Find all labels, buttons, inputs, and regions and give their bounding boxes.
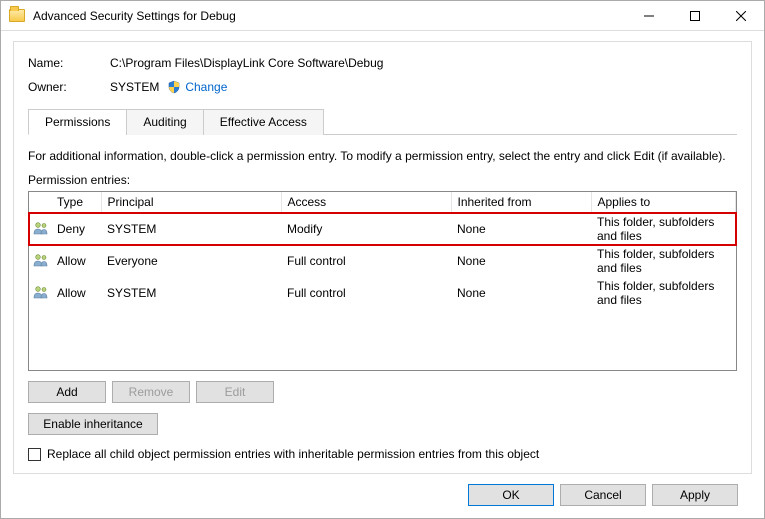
- table-header-row: Type Principal Access Inherited from App…: [29, 192, 736, 213]
- table-row[interactable]: DenySYSTEMModifyNoneThis folder, subfold…: [29, 213, 736, 246]
- col-inherited[interactable]: Inherited from: [451, 192, 591, 213]
- name-row: Name: C:\Program Files\DisplayLink Core …: [28, 56, 737, 70]
- content-area: Name: C:\Program Files\DisplayLink Core …: [1, 31, 764, 518]
- permissions-table-wrap: Type Principal Access Inherited from App…: [28, 191, 737, 371]
- cell-inherited: None: [451, 277, 591, 309]
- cell-inherited: None: [451, 213, 591, 246]
- inner-panel: Name: C:\Program Files\DisplayLink Core …: [13, 41, 752, 474]
- maximize-button[interactable]: [672, 1, 718, 30]
- cell-applies: This folder, subfolders and files: [591, 245, 736, 277]
- entry-buttons-row: Add Remove Edit: [28, 381, 737, 403]
- folder-icon: [9, 9, 25, 22]
- tab-auditing[interactable]: Auditing: [126, 109, 203, 135]
- users-icon: [33, 285, 49, 299]
- remove-button[interactable]: Remove: [112, 381, 190, 403]
- cell-inherited: None: [451, 245, 591, 277]
- enable-inheritance-row: Enable inheritance: [28, 413, 737, 435]
- window-buttons: [626, 1, 764, 30]
- cell-access: Full control: [281, 245, 451, 277]
- enable-inheritance-button[interactable]: Enable inheritance: [28, 413, 158, 435]
- table-row[interactable]: AllowEveryoneFull controlNoneThis folder…: [29, 245, 736, 277]
- shield-icon: [167, 80, 181, 94]
- change-owner-link[interactable]: Change: [185, 80, 227, 94]
- name-label: Name:: [28, 56, 110, 70]
- replace-label: Replace all child object permission entr…: [47, 447, 539, 461]
- ok-button[interactable]: OK: [468, 484, 554, 506]
- replace-checkbox[interactable]: [28, 448, 41, 461]
- owner-value: SYSTEM: [110, 80, 159, 94]
- tab-effective-access[interactable]: Effective Access: [203, 109, 324, 135]
- add-button[interactable]: Add: [28, 381, 106, 403]
- col-type[interactable]: Type: [51, 192, 101, 213]
- owner-row: Owner: SYSTEM Change: [28, 80, 737, 94]
- table-row[interactable]: AllowSYSTEMFull controlNoneThis folder, …: [29, 277, 736, 309]
- cell-type: Deny: [51, 213, 101, 246]
- cell-type: Allow: [51, 277, 101, 309]
- window-title: Advanced Security Settings for Debug: [33, 9, 626, 23]
- name-value: C:\Program Files\DisplayLink Core Softwa…: [110, 56, 383, 70]
- close-button[interactable]: [718, 1, 764, 30]
- cell-applies: This folder, subfolders and files: [591, 213, 736, 246]
- col-icon[interactable]: [29, 192, 51, 213]
- users-icon: [33, 221, 49, 235]
- cell-type: Allow: [51, 245, 101, 277]
- tab-permissions[interactable]: Permissions: [28, 109, 127, 135]
- dialog-footer: OK Cancel Apply: [13, 474, 752, 506]
- apply-button[interactable]: Apply: [652, 484, 738, 506]
- col-applies[interactable]: Applies to: [591, 192, 736, 213]
- cancel-button[interactable]: Cancel: [560, 484, 646, 506]
- minimize-button[interactable]: [626, 1, 672, 30]
- owner-label: Owner:: [28, 80, 110, 94]
- edit-button[interactable]: Edit: [196, 381, 274, 403]
- entries-label: Permission entries:: [28, 173, 737, 187]
- info-text: For additional information, double-click…: [28, 149, 737, 163]
- col-principal[interactable]: Principal: [101, 192, 281, 213]
- cell-principal: Everyone: [101, 245, 281, 277]
- col-access[interactable]: Access: [281, 192, 451, 213]
- cell-principal: SYSTEM: [101, 213, 281, 246]
- users-icon: [33, 253, 49, 267]
- cell-principal: SYSTEM: [101, 277, 281, 309]
- cell-applies: This folder, subfolders and files: [591, 277, 736, 309]
- titlebar: Advanced Security Settings for Debug: [1, 1, 764, 31]
- tab-strip: Permissions Auditing Effective Access: [28, 108, 737, 135]
- permissions-table: Type Principal Access Inherited from App…: [29, 192, 736, 309]
- replace-row: Replace all child object permission entr…: [28, 447, 737, 461]
- cell-access: Modify: [281, 213, 451, 246]
- security-settings-window: Advanced Security Settings for Debug Nam…: [0, 0, 765, 519]
- cell-access: Full control: [281, 277, 451, 309]
